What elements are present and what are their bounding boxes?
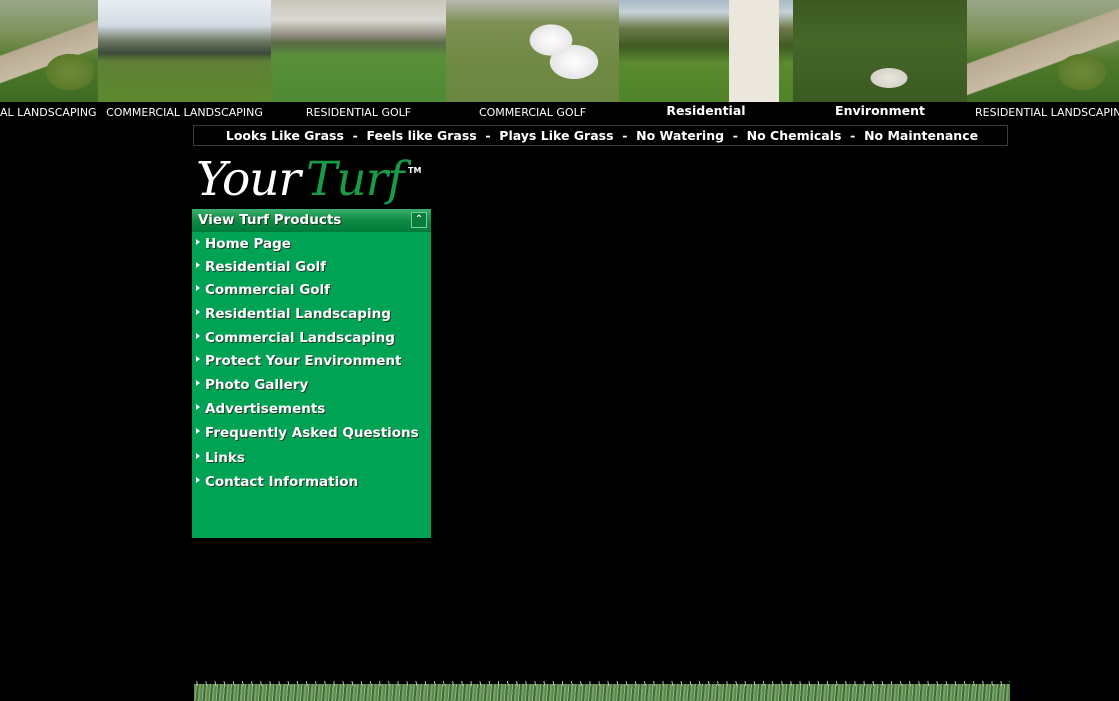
- arrow-right-icon: [196, 239, 200, 245]
- menu-item-residential-landscaping[interactable]: Residential Landscaping: [196, 306, 391, 326]
- logo-word-your: Your: [196, 152, 301, 207]
- arrow-right-icon: [196, 333, 200, 339]
- banner-tile-environment[interactable]: Environment: [793, 0, 967, 121]
- menu-item-label: Residential Golf: [205, 259, 327, 275]
- menu-header-title: View Turf Products: [198, 212, 342, 228]
- banner-photo: [619, 0, 793, 102]
- menu-item-label: Links: [205, 450, 245, 466]
- menu-item-label: Commercial Landscaping: [205, 330, 395, 346]
- banner-tile-commercial-golf[interactable]: COMMERCIAL GOLF: [446, 0, 619, 121]
- menu-item-home-page[interactable]: Home Page: [196, 236, 291, 256]
- banner-tile-landscaping-partial[interactable]: AL LANDSCAPING: [0, 0, 98, 121]
- menu-item-protect-environment[interactable]: Protect Your Environment: [196, 353, 401, 373]
- arrow-right-icon: [196, 404, 200, 410]
- banner-tile-residential-golf[interactable]: RESIDENTIAL GOLF: [271, 0, 446, 121]
- collapse-chevron-up-icon[interactable]: ⌃: [411, 212, 427, 228]
- banner-tile-residential-landscaping[interactable]: RESIDENTIAL LANDSCAPING: [967, 0, 1119, 121]
- arrow-right-icon: [196, 428, 200, 434]
- menu-item-photo-gallery[interactable]: Photo Gallery: [196, 377, 308, 397]
- banner-photo: [446, 0, 619, 102]
- banner-photo: [98, 0, 271, 102]
- menu-item-label: Residential Landscaping: [205, 306, 391, 322]
- menu-item-label: Contact Information: [205, 474, 359, 490]
- banner-photo: [271, 0, 446, 102]
- arrow-right-icon: [196, 309, 200, 315]
- grass-footer-strip: [194, 681, 1010, 701]
- menu-item-label: Advertisements: [205, 401, 326, 417]
- banner-tile-residential[interactable]: Residential: [619, 0, 793, 121]
- banner-caption: Residential: [619, 102, 793, 121]
- banner-photo: [793, 0, 967, 102]
- banner-caption: AL LANDSCAPING: [0, 102, 98, 121]
- banner-caption: RESIDENTIAL LANDSCAPING: [967, 102, 1119, 121]
- arrow-right-icon: [196, 477, 200, 483]
- banner-tile-commercial-landscaping[interactable]: COMMERCIAL LANDSCAPING: [98, 0, 271, 121]
- tagline-bar: Looks Like Grass - Feels like Grass - Pl…: [193, 125, 1008, 146]
- banner-caption: RESIDENTIAL GOLF: [271, 102, 446, 121]
- arrow-right-icon: [196, 285, 200, 291]
- menu-item-label: Commercial Golf: [205, 282, 331, 298]
- arrow-right-icon: [196, 453, 200, 459]
- menu-item-label: Protect Your Environment: [205, 353, 402, 369]
- menu-item-faq[interactable]: Frequently Asked Questions: [196, 425, 419, 445]
- menu-item-advertisements[interactable]: Advertisements: [196, 401, 325, 421]
- yourturf-logo[interactable]: Your Turf TM: [194, 150, 424, 210]
- tagline-text: Looks Like Grass - Feels like Grass - Pl…: [225, 128, 979, 143]
- menu-item-label: Home Page: [205, 236, 291, 252]
- arrow-right-icon: [196, 356, 200, 362]
- menu-header: View Turf Products ⌃: [192, 209, 431, 232]
- arrow-right-icon: [196, 262, 200, 268]
- logo-trademark: TM: [408, 166, 422, 175]
- banner-caption: Environment: [793, 102, 967, 121]
- menu-item-links[interactable]: Links: [196, 450, 245, 470]
- menu-item-residential-golf[interactable]: Residential Golf: [196, 259, 326, 279]
- banner-caption: COMMERCIAL GOLF: [446, 102, 619, 121]
- banner-strip: AL LANDSCAPING COMMERCIAL LANDSCAPING RE…: [0, 0, 1119, 121]
- menu-item-commercial-golf[interactable]: Commercial Golf: [196, 282, 330, 302]
- menu-item-label: Frequently Asked Questions: [205, 425, 419, 441]
- products-menu: View Turf Products ⌃ Home Page Residenti…: [192, 209, 431, 538]
- menu-item-label: Photo Gallery: [205, 377, 309, 393]
- banner-photo: [0, 0, 98, 102]
- banner-caption: COMMERCIAL LANDSCAPING: [98, 102, 271, 121]
- menu-item-commercial-landscaping[interactable]: Commercial Landscaping: [196, 330, 395, 350]
- menu-item-contact-information[interactable]: Contact Information: [196, 474, 358, 494]
- arrow-right-icon: [196, 380, 200, 386]
- logo-word-turf: Turf: [306, 152, 404, 207]
- banner-photo: [967, 0, 1119, 102]
